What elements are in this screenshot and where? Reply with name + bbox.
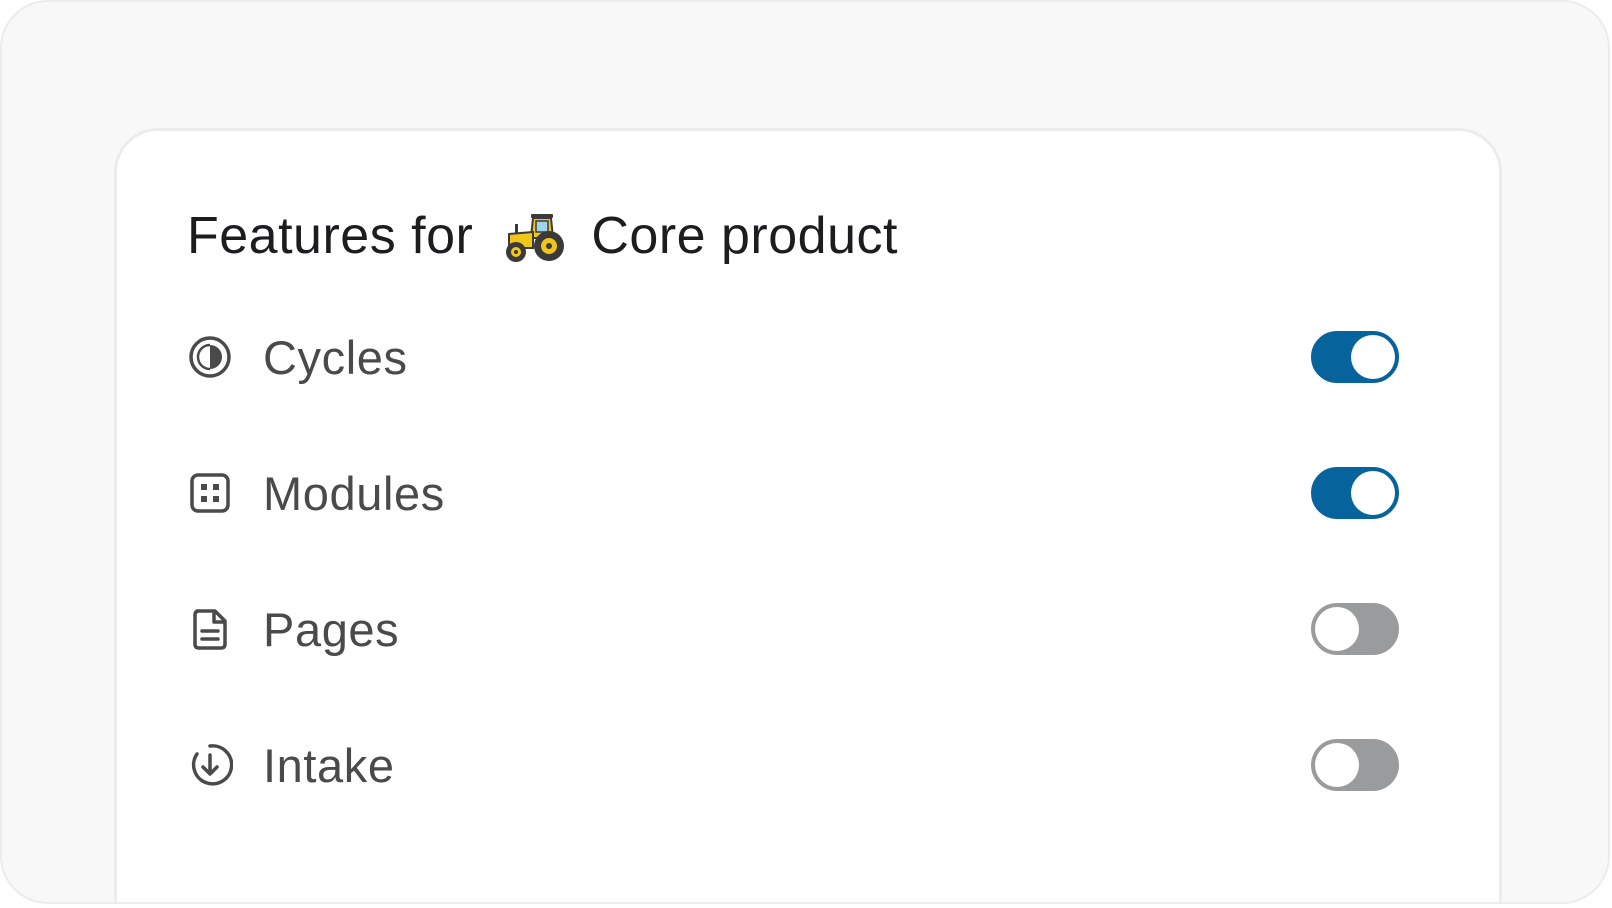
settings-panel-background: Features for Core product Cycles Modules…	[0, 0, 1610, 904]
feature-label-cycles: Cycles	[263, 330, 408, 384]
modules-toggle[interactable]	[1311, 467, 1399, 519]
feature-label-pages: Pages	[263, 602, 400, 656]
feature-row-cycles: Cycles	[187, 327, 1399, 387]
heading-prefix: Features for	[187, 207, 474, 265]
feature-row-intake: Intake	[187, 735, 1399, 795]
toggle-knob	[1315, 607, 1359, 651]
arrow-down-circle-icon	[187, 742, 233, 788]
feature-row-modules: Modules	[187, 463, 1399, 523]
tractor-icon	[503, 208, 567, 264]
grid-square-icon	[187, 470, 233, 516]
cycles-toggle[interactable]	[1311, 331, 1399, 383]
toggle-knob	[1351, 471, 1395, 515]
feature-row-pages: Pages	[187, 599, 1399, 659]
features-card: Features for Core product Cycles Modules…	[114, 128, 1502, 902]
features-heading: Features for Core product	[187, 203, 898, 269]
feature-label-modules: Modules	[263, 466, 445, 520]
pages-toggle[interactable]	[1311, 603, 1399, 655]
toggle-knob	[1315, 743, 1359, 787]
intake-toggle[interactable]	[1311, 739, 1399, 791]
document-icon	[187, 606, 233, 652]
toggle-knob	[1351, 335, 1395, 379]
feature-label-intake: Intake	[263, 738, 395, 792]
project-name: Core product	[591, 207, 898, 265]
contrast-circle-icon	[187, 334, 233, 380]
